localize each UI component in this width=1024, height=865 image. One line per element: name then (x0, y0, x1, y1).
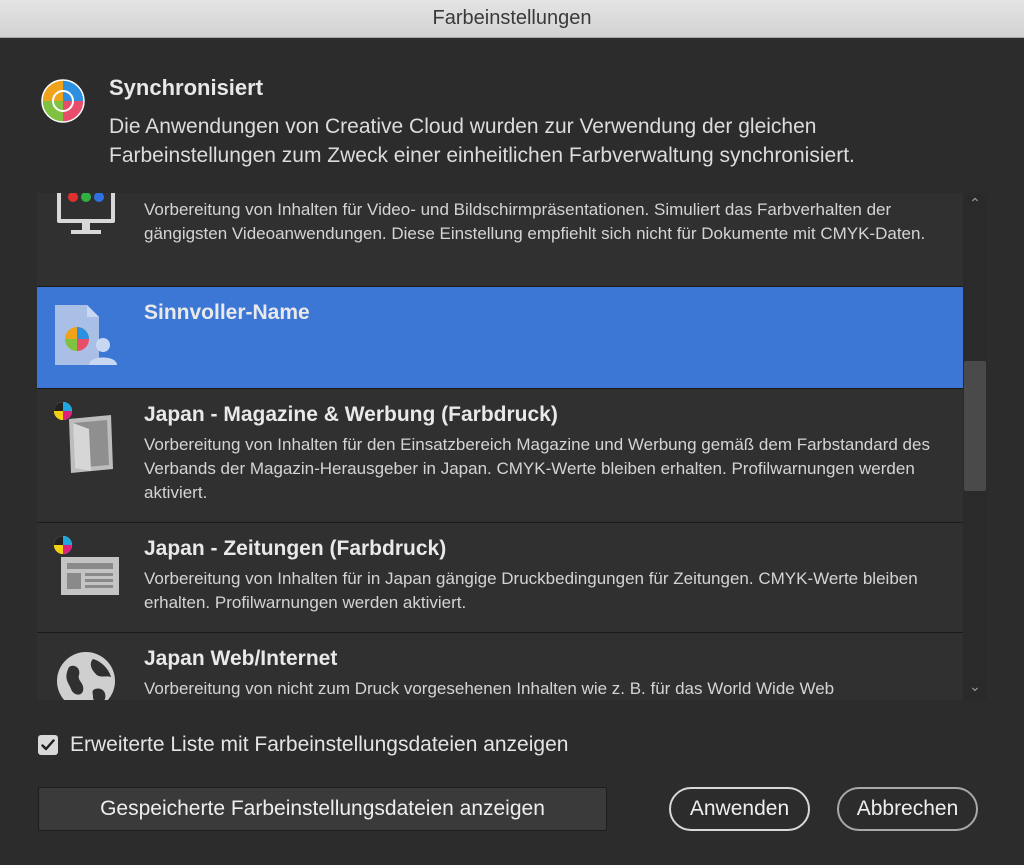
list-item-title: Japan - Zeitungen (Farbdruck) (144, 537, 447, 560)
list-item-description: Vorbereitung von Inhalten für Video- und… (144, 200, 926, 243)
extended-list-label: Erweiterte Liste mit Farbeinstellungsdat… (70, 733, 569, 756)
list-item-description: Vorbereitung von Inhalten für den Einsat… (144, 435, 930, 502)
show-saved-settings-button[interactable]: Gespeicherte Farbeinstellungsdateien anz… (38, 787, 607, 831)
custom-document-icon (55, 305, 117, 365)
extended-list-checkbox[interactable] (38, 735, 58, 755)
list-item-title: Japan Web/Internet (144, 647, 338, 670)
color-wheel-icon (41, 79, 85, 123)
list-item-description: Vorbereitung von Inhalten für in Japan g… (144, 569, 918, 612)
apply-button[interactable]: Anwenden (669, 787, 810, 831)
list-item-description: Vorbereitung von nicht zum Druck vorgese… (144, 679, 835, 698)
list-item-sinnvoller-name[interactable]: Sinnvoller-Name (37, 287, 963, 389)
globe-icon (57, 652, 115, 700)
list-item-japan-zeitungen[interactable]: Japan - Zeitungen (Farbdruck) Vorbereitu… (37, 523, 963, 633)
list-item-video[interactable]: Vorbereitung von Inhalten für Video- und… (37, 193, 963, 287)
magazine-icon (54, 402, 113, 473)
list-item-title: Japan - Magazine & Werbung (Farbdruck) (144, 403, 558, 426)
checkmark-icon (41, 739, 55, 751)
monitor-icon (57, 193, 115, 234)
extended-list-option[interactable]: Erweiterte Liste mit Farbeinstellungsdat… (38, 733, 568, 757)
window-title: Farbeinstellungen (432, 7, 592, 29)
list-item-japan-web[interactable]: Japan Web/Internet Vorbereitung von nich… (37, 633, 963, 700)
color-settings-list[interactable]: Vorbereitung von Inhalten für Video- und… (37, 193, 987, 700)
list-scrollbar-thumb[interactable] (964, 361, 986, 491)
newspaper-icon (54, 536, 119, 595)
sync-status-description: Die Anwendungen von Creative Cloud wurde… (109, 115, 855, 167)
chevron-down-icon[interactable]: ⌄ (963, 678, 987, 698)
chevron-up-icon[interactable]: ⌃ (963, 195, 987, 215)
list-item-japan-magazine[interactable]: Japan - Magazine & Werbung (Farbdruck) V… (37, 389, 963, 523)
sync-status-title: Synchronisiert (109, 75, 264, 100)
list-item-title: Sinnvoller-Name (144, 301, 310, 324)
window-titlebar: Farbeinstellungen (0, 0, 1024, 38)
cancel-button[interactable]: Abbrechen (837, 787, 978, 831)
